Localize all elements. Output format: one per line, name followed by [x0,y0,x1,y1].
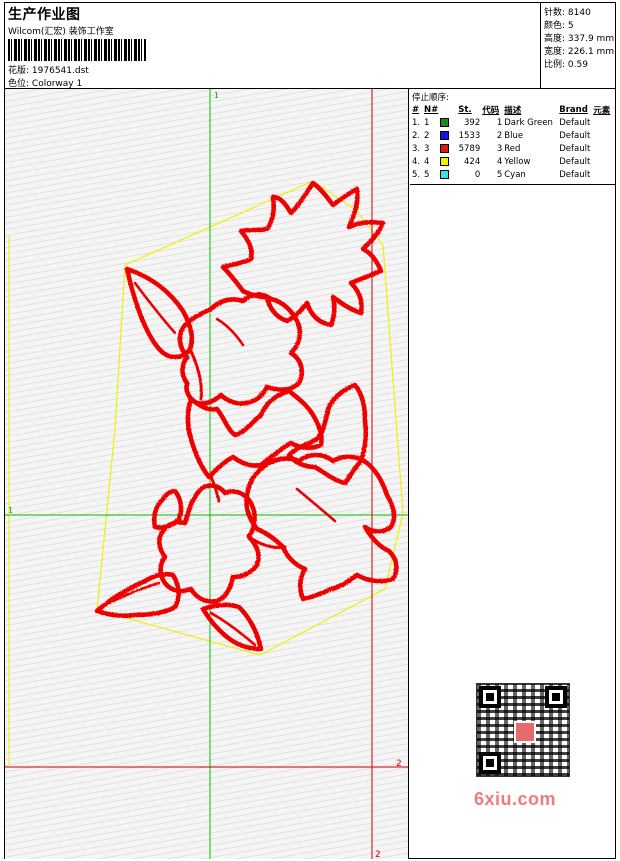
green-guide-label-top: 1 [214,91,219,100]
flower-outline-right [244,452,399,602]
stop-sequence-table: # N# St. 代码 描述 Brand 元素 1. 1 392 1 Dark Gr… [411,103,611,181]
stat-width: 宽度: 226.1 mm [544,47,615,57]
col-header-stitches: St. [458,104,472,115]
col-header-description: 描述 [504,105,522,116]
page-title: 生产作业图 [8,7,81,23]
design-label: 花版: [8,66,30,76]
col-header-needle: N# [424,104,439,115]
floral-outline [94,180,399,652]
studio-name: Wilcom(汇宏) 装饰工作室 [8,27,114,37]
color-swatch [440,117,450,127]
stat-height: 高度: 337.9 mm [544,34,615,44]
color-swatch [440,130,450,140]
table-row: 1. 1 392 1 Dark Green Default [412,117,591,128]
qr-finder-icon [479,686,501,708]
design-canvas: 1 1 2 2 [5,89,409,859]
qr-code-watermark [466,678,580,786]
qr-code [476,683,570,777]
barcode [8,39,146,61]
red-guide-label-right: 2 [396,759,402,769]
stop-sequence-title: 停止顺序: [412,93,449,103]
flower-outline-lower-left [157,483,261,604]
design-file: 1976541.dst [31,66,89,76]
table-row: 2. 2 1533 2 Blue Default [412,130,591,141]
leaf-outline-bottom-left [94,571,181,619]
qr-finder-icon [479,752,501,774]
stat-scale: 比例: 0.59 [544,60,588,70]
col-header-element: 元素 [593,105,611,116]
color-swatch [440,169,450,179]
flower-outline-middle [177,292,305,406]
red-guide-label-bottom: 2 [375,850,381,859]
colorway-name: Colorway 1 [31,79,83,89]
worksheet-header: 生产作业图 Wilcom(汇宏) 装饰工作室 花版: 1976541.dst 色… [5,3,615,89]
color-swatch [440,156,450,166]
green-guide-label-left: 1 [8,506,13,515]
col-header-index: # [412,104,420,115]
stop-sequence-panel: 停止顺序: # N# St. 代码 描述 Brand 元素 1. 1 392 1 D… [410,89,615,185]
col-header-brand: Brand [559,104,588,115]
colorway-line: 色位: Colorway 1 [8,76,82,89]
table-header-row: # N# St. 代码 描述 Brand 元素 [411,103,611,116]
col-header-swatch [439,103,457,116]
embroidery-preview: 1 1 2 2 [5,89,408,859]
leaf-outline-top [220,180,386,328]
design-stats: 针数: 8140 颜色: 5 高度: 337.9 mm 宽度: 226.1 mm… [542,3,615,89]
header-info: 生产作业图 Wilcom(汇宏) 装饰工作室 花版: 1976541.dst 色… [5,3,541,89]
qr-finder-icon [545,686,567,708]
design-file-line: 花版: 1976541.dst [8,63,89,76]
watermark-brand: 6xiu.com [474,789,557,809]
color-swatch [440,143,450,153]
colorway-label: 色位: [8,79,30,89]
table-row: 5. 5 05 Cyan Default [412,169,591,180]
table-row: 4. 4 424 4 Yellow Default [412,156,591,167]
stat-stitches: 针数: 8140 [544,8,591,18]
col-header-code: 代码 [482,105,500,116]
stat-colors: 颜色: 5 [544,21,574,31]
table-row: 3. 3 5789 3 Red Default [412,143,591,154]
seal-logo [514,721,536,743]
